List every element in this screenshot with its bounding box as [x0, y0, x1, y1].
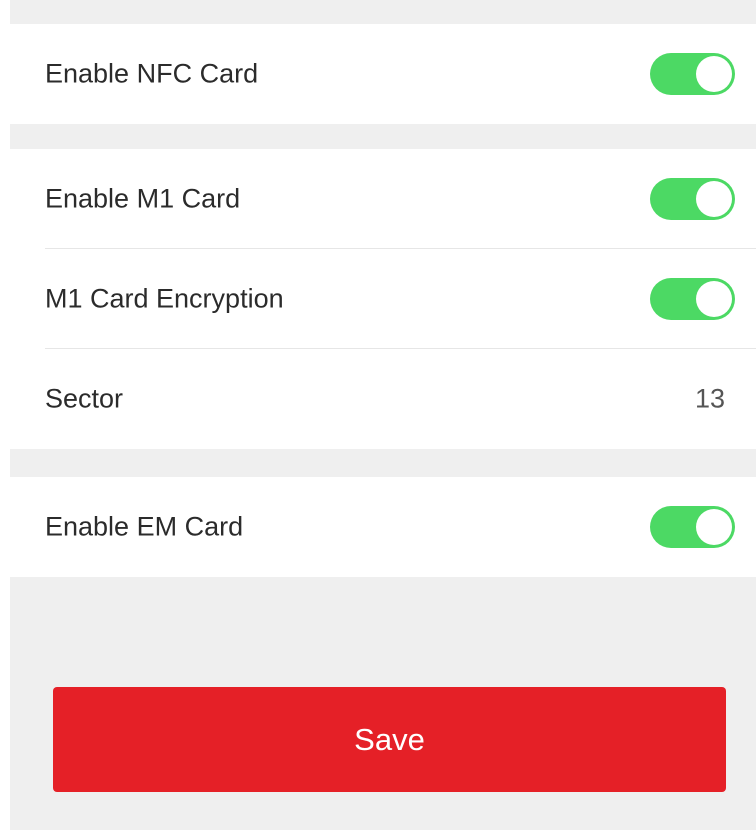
- enable-em-card-label: Enable EM Card: [45, 511, 244, 542]
- toggle-knob: [696, 509, 732, 545]
- sector-value: 13: [694, 383, 725, 414]
- nfc-card-section: Enable NFC Card: [10, 24, 756, 124]
- m1-card-encryption-label: M1 Card Encryption: [45, 283, 284, 314]
- sector-label: Sector: [45, 383, 124, 414]
- sector-row[interactable]: Sector 13: [10, 349, 756, 449]
- m1-card-encryption-toggle[interactable]: [650, 278, 735, 320]
- enable-nfc-card-toggle[interactable]: [650, 53, 735, 95]
- toggle-knob: [696, 181, 732, 217]
- card-settings-screen: Enable NFC Card Enable M1 Card M1 Card E…: [10, 0, 756, 830]
- enable-m1-card-label: Enable M1 Card: [45, 183, 241, 214]
- save-button[interactable]: Save: [53, 687, 726, 792]
- enable-em-card-row: Enable EM Card: [10, 477, 756, 577]
- enable-m1-card-toggle[interactable]: [650, 178, 735, 220]
- enable-m1-card-row: Enable M1 Card: [10, 149, 756, 249]
- enable-em-card-toggle[interactable]: [650, 506, 735, 548]
- m1-card-encryption-row: M1 Card Encryption: [10, 249, 756, 349]
- enable-nfc-card-row: Enable NFC Card: [10, 24, 756, 124]
- em-card-section: Enable EM Card: [10, 477, 756, 577]
- m1-card-section: Enable M1 Card M1 Card Encryption Sector…: [10, 149, 756, 449]
- enable-nfc-card-label: Enable NFC Card: [45, 58, 259, 89]
- toggle-knob: [696, 56, 732, 92]
- toggle-knob: [696, 281, 732, 317]
